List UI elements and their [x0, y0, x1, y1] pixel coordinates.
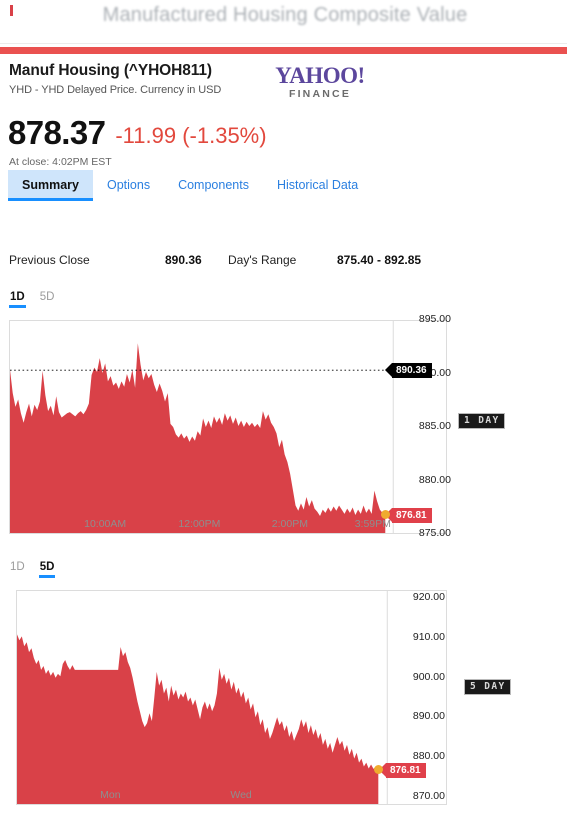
chart-1d-xtick: 2:00PM — [271, 518, 308, 530]
tab-summary[interactable]: Summary — [8, 170, 93, 201]
accent-divider — [0, 47, 567, 54]
range-option-1d-chart-one[interactable]: 1D — [9, 291, 26, 308]
chart-1d-xtick: 12:00PM — [178, 518, 221, 530]
flag-arrow-icon — [385, 362, 392, 377]
symbol-name: Manuf Housing (^YHOH811) — [9, 62, 212, 79]
tab-components[interactable]: Components — [164, 170, 263, 201]
quote-tabs: Summary Options Components Historical Da… — [8, 170, 372, 201]
page-title: Manufactured Housing Composite Value — [102, 4, 468, 26]
range-selector-chart-two: 1D 5D — [9, 561, 68, 578]
previous-close-label: Previous Close — [9, 253, 90, 267]
day-badge-5d: 5 DAY — [464, 679, 511, 695]
chart-1d-ytick: 895.00 — [418, 313, 451, 325]
yahoo-finance-logo: YAHOO! FINANCE — [268, 64, 372, 100]
chart-5d-xtick: Wed — [230, 789, 252, 801]
chart-1d-plot — [10, 321, 446, 533]
chart-5d-ytick: 900.00 — [412, 670, 445, 683]
range-option-5d-chart-one[interactable]: 5D — [39, 291, 56, 308]
chart-1d-last-price-flag: 876.81 — [385, 507, 432, 523]
quote-page: Manufactured Housing Composite Value Man… — [0, 0, 567, 818]
chart-1d-ytick: 875.00 — [418, 527, 451, 539]
price-change: -11.99 (-1.35%) — [115, 123, 267, 148]
quote-statistics: Previous Close 890.36 Day's Range 875.40… — [0, 253, 460, 275]
finance-wordmark: FINANCE — [288, 88, 352, 100]
current-price: 878.37 — [8, 114, 106, 151]
previous-close-value: 890.36 — [165, 253, 202, 267]
symbol-subtitle: YHD - YHD Delayed Price. Currency in USD — [9, 84, 222, 96]
range-option-5d-chart-two[interactable]: 5D — [38, 561, 56, 578]
chart-1d-ytick: 885.00 — [418, 420, 451, 432]
chart-5d-ytick: 870.00 — [412, 790, 445, 803]
chart-5d-xtick: Mon — [100, 789, 121, 801]
day-badge-1d: 1 DAY — [458, 413, 505, 429]
chart-5d-ytick: 880.00 — [412, 750, 445, 763]
chart-5d-last-price-flag: 876.81 — [379, 762, 426, 778]
browser-chrome: Manufactured Housing Composite Value — [0, 0, 567, 44]
price-block: 878.37 -11.99 (-1.35%) — [8, 116, 267, 149]
range-selector-chart-one: 1D 5D — [9, 291, 68, 308]
quote-header: Manuf Housing (^YHOH811) YHD - YHD Delay… — [9, 62, 221, 96]
chart-1d-xtick: 10:00AM — [84, 518, 127, 530]
market-status: At close: 4:02PM EST — [9, 156, 112, 168]
chart-5d-ytick: 910.00 — [412, 630, 445, 643]
yahoo-wordmark: YAHOO! — [275, 63, 365, 88]
chart-1d-ytick: 880.00 — [418, 473, 451, 486]
chrome-marker-icon — [10, 5, 13, 16]
days-range-label: Day's Range — [228, 253, 297, 267]
chart-5d-ytick: 920.00 — [412, 590, 445, 603]
chart-5d-ytick: 890.00 — [412, 710, 445, 723]
chart-1d[interactable] — [9, 320, 447, 534]
tab-historical-data[interactable]: Historical Data — [263, 170, 372, 201]
days-range-value: 875.40 - 892.85 — [337, 253, 422, 267]
range-option-1d-chart-two[interactable]: 1D — [9, 561, 26, 578]
tab-options[interactable]: Options — [93, 170, 164, 201]
chart-1d-previous-close-flag: 890.36 — [385, 362, 432, 378]
chrome-divider — [0, 43, 567, 44]
